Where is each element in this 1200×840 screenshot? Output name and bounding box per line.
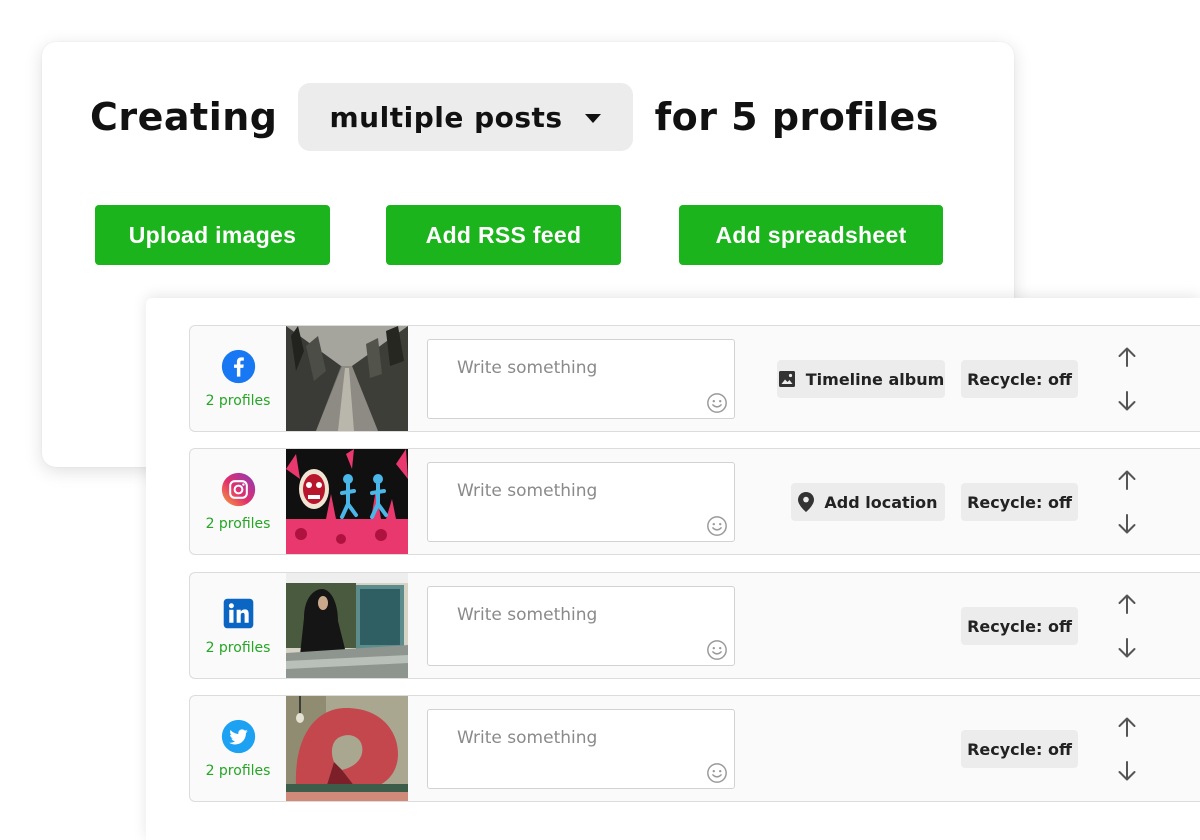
post-image-thumbnail[interactable]: [286, 326, 408, 431]
post-image-thumbnail[interactable]: [286, 449, 408, 554]
recycle-toggle[interactable]: Recycle: off: [961, 483, 1078, 521]
post-image-thumbnail[interactable]: [286, 573, 408, 678]
add-location-button[interactable]: Add location: [791, 483, 945, 521]
page-title: Creating multiple posts for 5 profiles: [90, 82, 939, 152]
recycle-toggle[interactable]: Recycle: off: [961, 360, 1078, 398]
profile-selector[interactable]: 2 profiles: [190, 326, 286, 431]
post-text-input[interactable]: Write something: [427, 709, 735, 789]
post-type-label: multiple posts: [329, 100, 563, 134]
facebook-icon: [221, 349, 255, 384]
profile-count: 2 profiles: [205, 763, 271, 779]
title-prefix: Creating: [90, 95, 278, 139]
photo-album-icon: [778, 371, 795, 387]
posts-list: 2 profiles Write something Timeline albu…: [146, 298, 1200, 840]
emoji-icon[interactable]: [706, 762, 728, 784]
upload-images-button[interactable]: Upload images: [95, 205, 330, 265]
linkedin-icon: [223, 598, 253, 629]
post-text-input[interactable]: Write something: [427, 462, 735, 542]
timeline-album-button[interactable]: Timeline album: [777, 360, 945, 398]
add-spreadsheet-button[interactable]: Add spreadsheet: [679, 205, 943, 265]
move-down-arrow-icon[interactable]: [1116, 637, 1138, 659]
profile-count: 2 profiles: [205, 640, 271, 656]
location-pin-icon: [798, 492, 815, 512]
post-row: 2 profiles Write something: [189, 572, 1200, 679]
text-placeholder: Write something: [457, 358, 598, 378]
post-type-dropdown[interactable]: multiple posts: [297, 83, 633, 151]
emoji-icon[interactable]: [706, 515, 728, 537]
text-placeholder: Write something: [457, 605, 598, 625]
chevron-down-icon: [584, 113, 601, 123]
move-up-arrow-icon[interactable]: [1116, 469, 1138, 491]
profile-selector[interactable]: 2 profiles: [190, 449, 286, 554]
profile-selector[interactable]: 2 profiles: [190, 696, 286, 801]
profile-selector[interactable]: 2 profiles: [190, 573, 286, 678]
profile-count: 2 profiles: [205, 516, 271, 532]
post-row: 2 profiles Write something Add location …: [189, 448, 1200, 555]
chip-label: Timeline album: [805, 369, 945, 389]
move-down-arrow-icon[interactable]: [1116, 513, 1138, 535]
add-rss-feed-button[interactable]: Add RSS feed: [386, 205, 621, 265]
text-placeholder: Write something: [457, 481, 598, 501]
emoji-icon[interactable]: [706, 639, 728, 661]
post-text-input[interactable]: Write something: [427, 339, 735, 419]
recycle-toggle[interactable]: Recycle: off: [961, 730, 1078, 768]
chip-label: Add location: [824, 492, 938, 512]
move-down-arrow-icon[interactable]: [1116, 760, 1138, 782]
instagram-icon: [221, 472, 255, 507]
emoji-icon[interactable]: [706, 392, 728, 414]
text-placeholder: Write something: [457, 728, 598, 748]
post-text-input[interactable]: Write something: [427, 586, 735, 666]
move-up-arrow-icon[interactable]: [1116, 716, 1138, 738]
profile-count: 2 profiles: [205, 393, 271, 409]
move-up-arrow-icon[interactable]: [1116, 593, 1138, 615]
post-row: 2 profiles Write something Recycle: off: [189, 695, 1200, 802]
post-image-thumbnail[interactable]: [286, 696, 408, 801]
recycle-toggle[interactable]: Recycle: off: [961, 607, 1078, 645]
move-up-arrow-icon[interactable]: [1116, 346, 1138, 368]
move-down-arrow-icon[interactable]: [1116, 390, 1138, 412]
post-row: 2 profiles Write something: [189, 325, 1200, 432]
title-suffix: for 5 profiles: [654, 95, 939, 139]
twitter-icon: [221, 719, 255, 754]
